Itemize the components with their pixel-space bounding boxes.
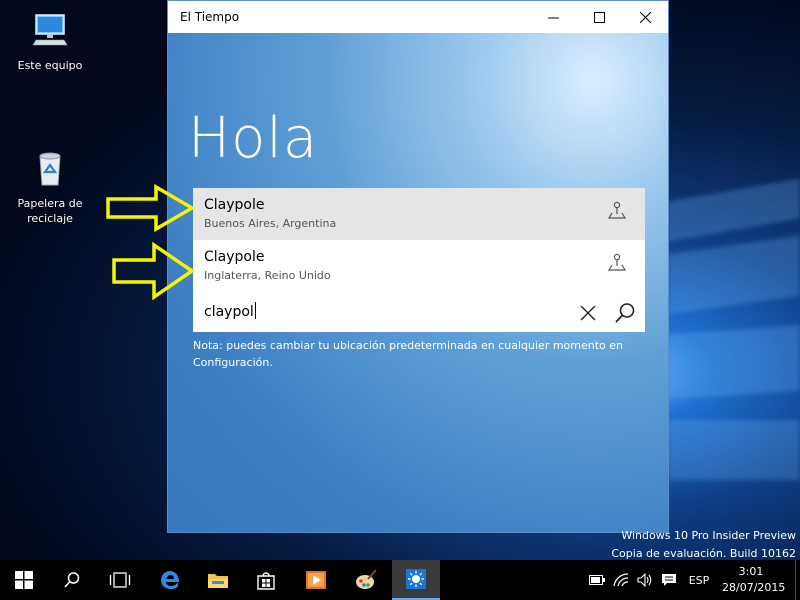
suggestion-name: Claypole: [204, 249, 265, 265]
suggestion-region: Inglaterra, Reino Unido: [204, 269, 331, 282]
greeting-heading: Hola: [188, 106, 319, 171]
taskbar-app-explorer[interactable]: [194, 560, 242, 600]
title-bar[interactable]: El Tiempo: [168, 1, 668, 33]
maximize-icon: [593, 11, 605, 23]
minimize-icon: [547, 17, 559, 18]
location-dropdown: Claypole Buenos Aires, Argentina Claypol…: [193, 188, 645, 332]
desktop-light-beam: [668, 420, 800, 480]
close-icon: [639, 11, 651, 23]
yellow-arrow-annotation: [106, 184, 196, 232]
language-indicator[interactable]: ESP: [682, 560, 716, 600]
edge-icon: [161, 571, 179, 589]
suggestion-name: Claypole: [204, 197, 265, 213]
minimize-button[interactable]: [530, 1, 576, 33]
taskbar-app-store[interactable]: [242, 560, 290, 600]
search-icon: [64, 572, 80, 588]
battery-indicator[interactable]: [586, 560, 608, 600]
window-title: El Tiempo: [180, 10, 240, 24]
map-pin-icon: [607, 201, 627, 219]
paint-icon: [356, 569, 377, 589]
clock[interactable]: 3:01 28/07/2015: [722, 564, 786, 596]
store-icon: [257, 572, 275, 590]
start-button[interactable]: [0, 560, 48, 600]
location-search-input[interactable]: claypol: [204, 302, 534, 320]
suggestion-item[interactable]: Claypole Inglaterra, Reino Unido: [193, 240, 645, 292]
watermark-line: Windows 10 Pro Insider Preview: [621, 529, 796, 542]
map-pin-icon: [607, 253, 627, 271]
desktop-light-beam: [668, 325, 800, 400]
action-center-button[interactable]: [658, 560, 680, 600]
yellow-arrow-annotation: [112, 242, 196, 300]
clear-search-button[interactable]: [577, 302, 599, 324]
taskbar-app-media[interactable]: [292, 560, 340, 600]
desktop-light-beam: [668, 178, 800, 242]
windows-start-icon: [15, 571, 33, 589]
show-desktop-button[interactable]: [795, 560, 800, 600]
recycle-bin-icon: [39, 152, 61, 186]
network-indicator[interactable]: [610, 560, 632, 600]
desktop-icon-label: Papelera de reciclaje: [17, 197, 83, 225]
desktop-icon-este-equipo[interactable]: Este equipo: [10, 10, 90, 73]
taskbar: ESP 3:01 28/07/2015: [0, 560, 800, 600]
desktop-icon-label: Este equipo: [17, 59, 83, 72]
wifi-icon: [613, 573, 629, 587]
search-icon[interactable]: [613, 301, 637, 325]
task-view-button[interactable]: [96, 560, 144, 600]
desktop-light-beam: [668, 235, 800, 315]
taskbar-app-weather[interactable]: [392, 560, 440, 600]
volume-indicator[interactable]: [634, 560, 656, 600]
battery-icon: [589, 575, 605, 585]
media-player-icon: [306, 571, 326, 589]
taskbar-app-paint[interactable]: [342, 560, 390, 600]
maximize-button[interactable]: [576, 1, 622, 33]
suggestion-region: Buenos Aires, Argentina: [204, 217, 337, 230]
notification-icon: [662, 574, 676, 586]
weather-icon: [406, 569, 426, 589]
taskbar-search-button[interactable]: [48, 560, 96, 600]
clock-time: 3:01: [738, 565, 764, 578]
desktop-icon-papelera[interactable]: Papelera de reciclaje: [10, 148, 90, 226]
computer-icon: [32, 14, 68, 46]
file-explorer-icon: [208, 574, 228, 588]
location-note: Nota: puedes cambiar tu ubicación predet…: [193, 339, 624, 369]
close-button[interactable]: [622, 1, 668, 33]
clock-date: 28/07/2015: [722, 581, 786, 594]
evaluation-watermark: Windows 10 Pro Insider Preview Copia de …: [611, 527, 796, 563]
location-search-box: claypol: [193, 292, 645, 332]
suggestion-item[interactable]: Claypole Buenos Aires, Argentina: [193, 188, 645, 240]
taskbar-app-edge[interactable]: [146, 560, 194, 600]
speaker-icon: [637, 573, 652, 587]
task-view-icon: [109, 572, 131, 588]
weather-window: El Tiempo Hola Claypole Buenos Aires, Ar…: [167, 0, 669, 533]
